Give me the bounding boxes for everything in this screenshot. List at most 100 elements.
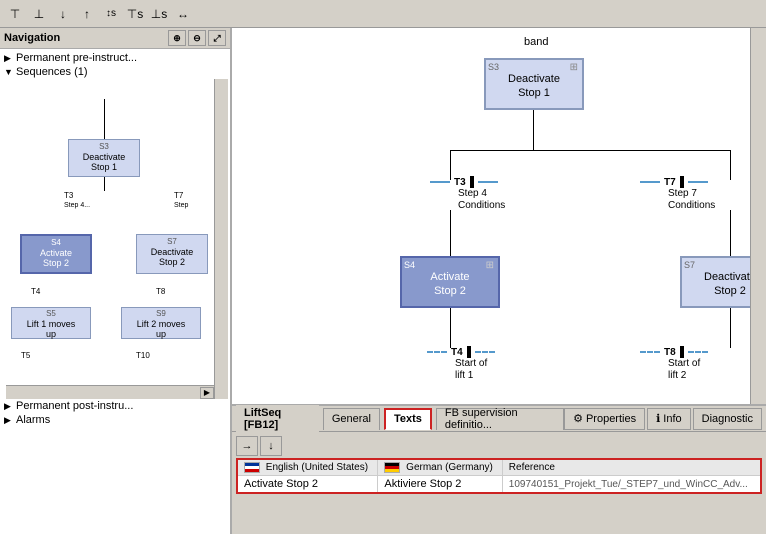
line-s4-down — [450, 308, 451, 348]
table-row: Activate Stop 2 Aktiviere Stop 2 1097401… — [237, 476, 761, 494]
cell-german[interactable]: Aktiviere Stop 2 — [378, 476, 502, 494]
tab-general[interactable]: General — [323, 408, 380, 430]
sfc-t3: T3 Step 4Conditions — [430, 176, 505, 212]
cell-reference: 109740151_Projekt_Tue/_STEP7_und_WinCC_A… — [502, 476, 761, 494]
nav-item-permanent-pre[interactable]: ▶ Permanent pre-instruct... — [2, 51, 228, 65]
sfc-s4-grid-icon[interactable]: ⊞ — [486, 260, 494, 271]
toolbar-align-7[interactable]: ⊥s — [148, 3, 170, 25]
col-english-label: English (United States) — [266, 462, 368, 473]
prop-title: LiftSeq [FB12] — [236, 405, 319, 433]
mini-s7-block: S7 DeactivateStop 2 — [136, 234, 208, 274]
sfc-s4-num: S4 — [404, 260, 496, 270]
right-panel: band S3 DeactivateStop 1 ⊞ — [232, 28, 766, 534]
toolbar-align-6[interactable]: ⊤s — [124, 3, 146, 25]
toolbar-align-3[interactable]: ↓ — [52, 3, 74, 25]
mini-s4-block: S4 ActivateStop 2 — [20, 234, 92, 274]
diagram-scrollbar[interactable] — [750, 28, 766, 404]
tab-diagnostic[interactable]: Diagnostic — [693, 408, 762, 430]
mini-s5-label: Lift 1 movesup — [13, 319, 89, 341]
nav-item-permanent-post[interactable]: ▶ Permanent post-instru... — [2, 399, 228, 413]
col-german-label: German (Germany) — [406, 462, 493, 473]
mini-s7-num: S7 — [139, 237, 205, 247]
tab-properties[interactable]: ⚙ Properties — [564, 408, 645, 430]
line-s3-down — [533, 110, 534, 150]
nav-fit[interactable]: ⤢ — [208, 30, 226, 46]
tab-fb-supervision[interactable]: FB supervision definitio... — [436, 408, 564, 430]
t8-symbol — [680, 346, 684, 358]
col-english: English (United States) — [237, 459, 378, 476]
t3-left-line — [430, 181, 450, 183]
nav-arrow-alarms: ▶ — [4, 415, 16, 426]
sfc-s3-block[interactable]: S3 DeactivateStop 1 ⊞ — [484, 58, 584, 110]
mini-hscrollbar[interactable]: ▶ — [6, 385, 214, 399]
prop-content: → ↓ English (United States) — [232, 432, 766, 534]
properties-label: Properties — [586, 413, 636, 425]
t8-left-line — [640, 351, 660, 353]
toolbar-align-5[interactable]: ↕s — [100, 3, 122, 25]
mini-scrollbar[interactable] — [214, 79, 228, 399]
toolbar-align-8[interactable]: ↔ — [172, 3, 194, 25]
tab-texts[interactable]: Texts — [384, 408, 432, 430]
t7-label: T7 — [664, 177, 676, 188]
top-toolbar: ⊤ ⊥ ↓ ↑ ↕s ⊤s ⊥s ↔ — [0, 0, 766, 28]
nav-arrow-post: ▶ — [4, 401, 16, 412]
t7-symbol — [680, 176, 684, 188]
nav-title: Navigation — [4, 32, 60, 44]
mini-s5-block: S5 Lift 1 movesup — [11, 307, 91, 339]
diagnostic-label: Diagnostic — [702, 413, 753, 425]
nav-label-seq: Sequences (1) — [16, 66, 88, 78]
nav-item-sequences[interactable]: ▼ Sequences (1) — [2, 65, 228, 79]
toolbar-align-4[interactable]: ↑ — [76, 3, 98, 25]
toolbar-align-2[interactable]: ⊥ — [28, 3, 50, 25]
line-s3-t3 — [104, 177, 105, 191]
tab-fb-label: FB supervision definitio... — [445, 407, 555, 431]
mini-t4: T4 — [31, 287, 40, 296]
line-right-down — [730, 150, 731, 180]
t3-detail: Step 4Conditions — [458, 188, 505, 212]
col-reference: Reference — [502, 459, 761, 476]
cell-english[interactable]: Activate Stop 2 — [237, 476, 378, 494]
sfc-s7-block[interactable]: S7 DeactivateStop 2 ⊞ — [680, 256, 750, 308]
mini-s9-label: Lift 2 movesup — [123, 319, 199, 341]
nav-tree: ▶ Permanent pre-instruct... ▼ Sequences … — [0, 49, 230, 534]
flag-us — [244, 462, 260, 473]
prop-table: English (United States) German (Germany)… — [236, 458, 762, 494]
t4-detail: Start oflift 1 — [455, 358, 495, 380]
bottom-panel: LiftSeq [FB12] General Texts FB supervis… — [232, 404, 766, 534]
toolbar-align-1[interactable]: ⊤ — [4, 3, 26, 25]
nav-item-alarms[interactable]: ▶ Alarms — [2, 413, 228, 427]
sfc-s7-label: DeactivateStop 2 — [684, 270, 750, 299]
nav-zoom-out[interactable]: ⊖ — [188, 30, 206, 46]
info-label: Info — [663, 413, 681, 425]
mini-s9-block: S9 Lift 2 movesup — [121, 307, 201, 339]
tab-info[interactable]: ℹ Info — [647, 408, 691, 430]
flag-de — [384, 462, 400, 473]
nav-arrow-seq: ▼ — [4, 67, 16, 77]
mini-t10: T10 — [136, 351, 150, 360]
line-top-s3 — [104, 99, 105, 139]
sfc-s4-block[interactable]: S4 ActivateStop 2 ⊞ — [400, 256, 500, 308]
sfc-s3-label: DeactivateStop 1 — [488, 72, 580, 101]
nav-header: Navigation ⊕ ⊖ ⤢ — [0, 28, 230, 49]
nav-label-pre: Permanent pre-instruct... — [16, 52, 137, 64]
t4-left-line — [427, 351, 447, 353]
mini-s3-num: S3 — [71, 142, 137, 152]
mini-s3-label: DeactivateStop 1 — [71, 152, 137, 174]
prop-export-btn[interactable]: → — [236, 436, 258, 456]
mini-scroll-right[interactable]: ▶ — [200, 387, 214, 399]
line-branch — [450, 150, 730, 151]
col-reference-label: Reference — [509, 462, 555, 473]
sfc-s3-grid-icon[interactable]: ⊞ — [570, 62, 578, 73]
prop-import-btn[interactable]: ↓ — [260, 436, 282, 456]
sfc-band-label: band — [524, 36, 548, 48]
t3-symbol — [470, 176, 474, 188]
t4-symbol — [467, 346, 471, 358]
mini-t5: T5 — [21, 351, 30, 360]
mini-t3: T3Step 4... — [64, 191, 90, 209]
nav-zoom-in[interactable]: ⊕ — [168, 30, 186, 46]
tab-general-label: General — [332, 413, 371, 425]
prop-toolbar: → ↓ — [236, 434, 762, 458]
sfc-s3-num: S3 — [488, 62, 580, 72]
t3-label: T3 — [454, 177, 466, 188]
sfc-canvas: band S3 DeactivateStop 1 ⊞ — [232, 28, 750, 380]
